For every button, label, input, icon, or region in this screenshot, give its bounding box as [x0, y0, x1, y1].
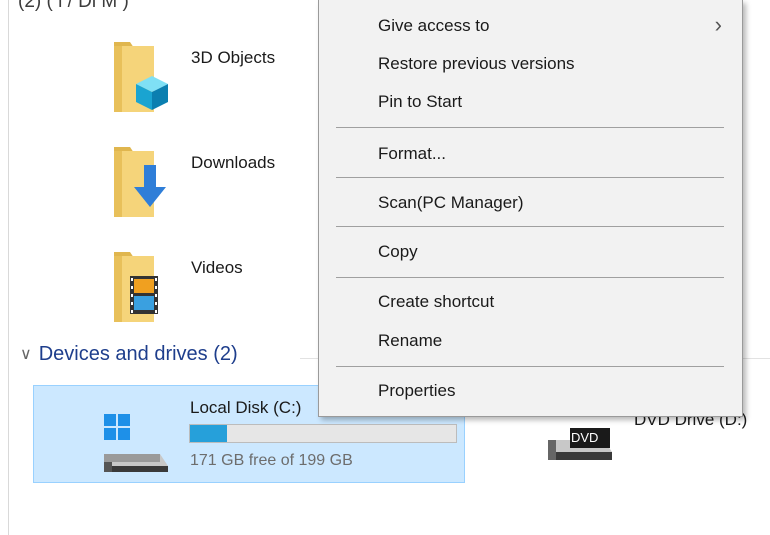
videos-folder-icon [114, 252, 158, 322]
folder-label: 3D Objects [191, 48, 276, 67]
drive-usage-fill [190, 425, 228, 442]
downloads-folder-icon [114, 147, 166, 217]
dvd-badge: DVD [571, 430, 599, 445]
context-menu: Give access to › Restore previous versio… [318, 0, 743, 417]
menu-item-label: Properties [378, 381, 456, 400]
folder-3d-objects[interactable]: 3D Objects [108, 38, 308, 128]
menu-item-label: Give access to [378, 16, 490, 35]
folder-downloads[interactable]: Downloads [108, 143, 308, 233]
menu-item-create-shortcut[interactable]: Create shortcut [319, 285, 742, 319]
drive-free-space: 171 GB free of 199 GB [190, 452, 353, 469]
menu-separator [336, 366, 724, 367]
chevron-right-icon: › [714, 12, 722, 37]
folder-videos[interactable]: Videos [108, 248, 308, 338]
menu-item-properties[interactable]: Properties [319, 374, 742, 408]
menu-separator [336, 226, 724, 227]
clipped-top-text: (2) ( l / Dl M ) [18, 0, 129, 12]
devices-and-drives-header[interactable]: ∨ Devices and drives (2) [20, 343, 238, 366]
menu-separator [336, 127, 724, 128]
menu-item-label: Pin to Start [378, 92, 463, 111]
menu-item-label: Scan(PC Manager) [378, 193, 524, 212]
menu-item-scan-pc-manager[interactable]: Scan(PC Manager) [319, 186, 742, 220]
section-title: Devices and drives (2) [38, 343, 238, 365]
menu-item-rename[interactable]: Rename [319, 324, 742, 358]
menu-item-label: Rename [378, 331, 443, 350]
menu-item-label: Restore previous versions [378, 54, 575, 73]
menu-item-format[interactable]: Format... [319, 137, 742, 171]
menu-item-label: Copy [378, 242, 418, 261]
pane-left-border [8, 0, 9, 535]
3d-objects-folder-icon [114, 42, 168, 112]
menu-item-copy[interactable]: Copy [319, 235, 742, 269]
menu-separator [336, 177, 724, 178]
menu-item-label: Format... [378, 144, 447, 163]
menu-item-pin-to-start[interactable]: Pin to Start [319, 85, 742, 119]
folder-label: Downloads [191, 153, 276, 172]
folder-label: Videos [191, 258, 243, 277]
menu-item-give-access[interactable]: Give access to › [319, 9, 742, 43]
menu-item-restore-previous-versions[interactable]: Restore previous versions [319, 47, 742, 81]
drive-usage-bar [189, 424, 457, 443]
menu-item-label: Create shortcut [378, 292, 495, 311]
chevron-down-icon[interactable]: ∨ [20, 344, 32, 364]
menu-separator [336, 277, 724, 278]
drive-name: Local Disk (C:) [190, 398, 302, 417]
windows-drive-icon [104, 414, 168, 472]
